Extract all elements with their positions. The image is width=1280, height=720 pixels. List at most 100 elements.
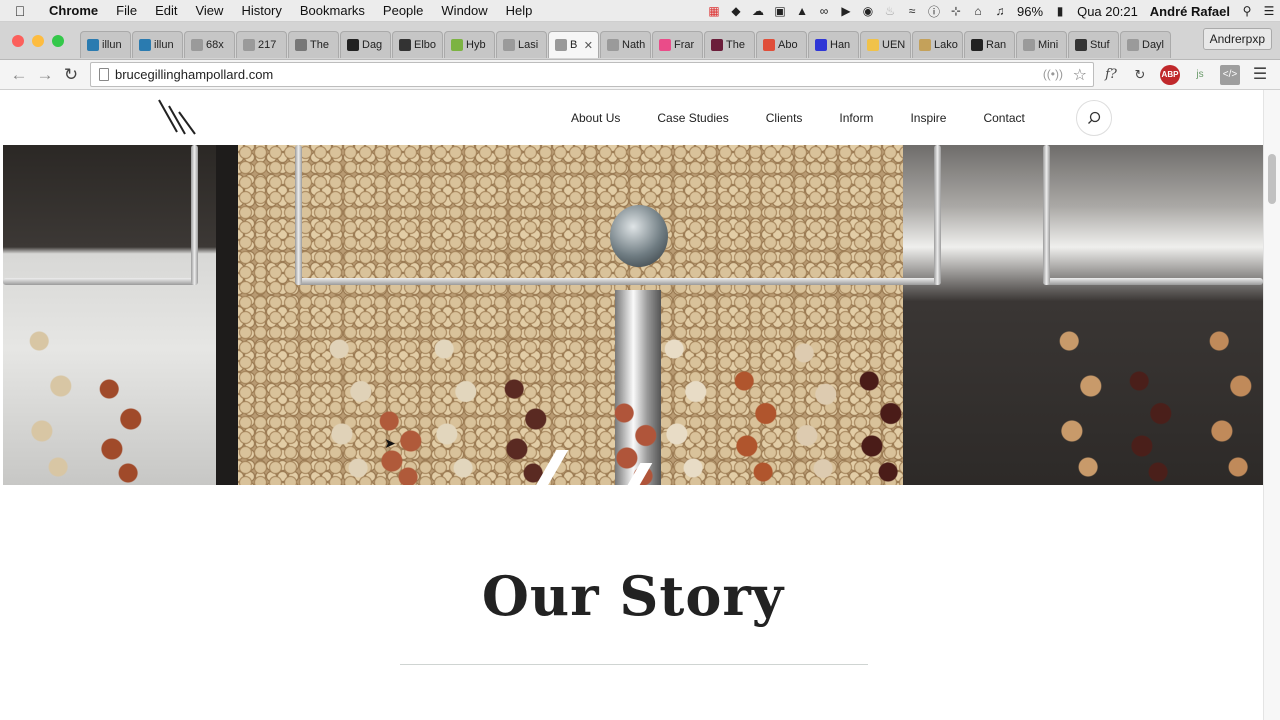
tab-label: 217 — [258, 39, 277, 51]
minimize-window-button[interactable] — [32, 35, 44, 47]
browser-tab[interactable]: Ran — [964, 31, 1015, 58]
browser-tab[interactable]: Frar — [652, 31, 703, 58]
nav-about-us[interactable]: About Us — [571, 111, 620, 125]
reload-icon[interactable]: ↻ — [60, 64, 82, 86]
tab-label: Han — [830, 39, 851, 51]
address-bar[interactable]: ((•)) ☆ — [90, 62, 1094, 87]
menu-bookmarks[interactable]: Bookmarks — [291, 3, 374, 18]
js-extension-icon[interactable]: js — [1190, 65, 1210, 85]
bluetooth-icon[interactable]: ⊹ — [945, 4, 967, 18]
menu-file[interactable]: File — [107, 3, 146, 18]
creative-cloud-icon[interactable]: ◉ — [857, 4, 879, 18]
tab-label: 68x — [206, 39, 224, 51]
star-icon — [347, 39, 359, 51]
reader-icon[interactable]: ((•)) — [1043, 67, 1063, 81]
bell-icon[interactable]: ♨ — [879, 4, 901, 18]
tab-label: Ran — [986, 39, 1007, 51]
sync-icon[interactable]: ≈ — [901, 4, 923, 18]
browser-tab[interactable]: Dayl — [1120, 31, 1171, 58]
hanging-bunch — [93, 365, 147, 485]
hero-rail — [3, 278, 198, 285]
browser-tab[interactable]: Nath — [600, 31, 651, 58]
menu-clock[interactable]: Qua 20:21 — [1071, 4, 1144, 19]
hero-rail-post — [934, 145, 941, 285]
browser-tab[interactable]: Lasi — [496, 31, 547, 58]
search-icon — [1088, 111, 1101, 124]
font-inspector-extension-icon[interactable]: f? — [1101, 65, 1121, 85]
browser-tab[interactable]: The — [704, 31, 755, 58]
page-scrollbar[interactable] — [1263, 90, 1280, 720]
browser-tab[interactable]: Hyb — [444, 31, 495, 58]
tab-strip: illun illun 68x 217 The Dag Elbo Hyb Lasi B ✕ Nath F… — [80, 31, 1172, 60]
zoom-window-button[interactable] — [52, 35, 64, 47]
info-icon[interactable]: ⓘ — [923, 3, 945, 20]
play-circle-icon[interactable]: ▶ — [835, 4, 857, 18]
site-logo[interactable] — [155, 98, 201, 136]
sync-extension-icon[interactable]: ↻ — [1130, 65, 1150, 85]
adblock-extension-icon[interactable]: ABP — [1160, 65, 1180, 85]
menu-history[interactable]: History — [232, 3, 290, 18]
cloud-icon[interactable]: ☁ — [747, 4, 769, 18]
web-page: About Us Case Studies Clients Inform Ins… — [3, 90, 1263, 720]
forward-icon[interactable]: → — [34, 64, 56, 86]
wifi-icon[interactable]: ⌂ — [967, 4, 989, 18]
menu-view[interactable]: View — [186, 3, 232, 18]
browser-tab[interactable]: 68x — [184, 31, 235, 58]
bookmark-star-icon[interactable]: ☆ — [1073, 65, 1087, 85]
tab-label: The — [726, 39, 745, 51]
nav-contact[interactable]: Contact — [983, 111, 1024, 125]
site-search-button[interactable] — [1076, 100, 1112, 136]
browser-tab[interactable]: UEN — [860, 31, 911, 58]
notification-center-icon[interactable]: ☰ — [1258, 4, 1280, 18]
browser-tab[interactable]: illun — [132, 31, 183, 58]
nav-inform[interactable]: Inform — [839, 111, 873, 125]
evernote-icon[interactable]: ◆ — [725, 4, 747, 18]
apple-menu-icon[interactable]:  — [0, 3, 40, 19]
nav-clients[interactable]: Clients — [766, 111, 803, 125]
browser-tab[interactable]: 217 — [236, 31, 287, 58]
nav-case-studies[interactable]: Case Studies — [657, 111, 728, 125]
browser-tab[interactable]: Han — [808, 31, 859, 58]
menu-app-name[interactable]: Chrome — [40, 3, 107, 18]
menu-edit[interactable]: Edit — [146, 3, 186, 18]
tab-label: UEN — [882, 39, 906, 51]
battery-icon[interactable]: ▮ — [1049, 4, 1071, 18]
circle-icon — [815, 39, 827, 51]
close-tab-icon[interactable]: ✕ — [584, 39, 593, 52]
chrome-menu-icon[interactable]: ☰ — [1250, 65, 1270, 85]
site-header: About Us Case Studies Clients Inform Ins… — [3, 90, 1263, 145]
browser-tab[interactable]: Dag — [340, 31, 391, 58]
scrollbar-thumb[interactable] — [1268, 154, 1276, 204]
volume-icon[interactable]: ♫ — [989, 4, 1011, 18]
page-icon — [1023, 39, 1035, 51]
browser-tab[interactable]: The — [288, 31, 339, 58]
menu-people[interactable]: People — [374, 3, 432, 18]
browser-toolbar: ← → ↻ ((•)) ☆ f? ↻ ABP js </> ☰ — [0, 60, 1280, 90]
browser-tab[interactable]: B ✕ — [548, 31, 599, 58]
code-extension-icon[interactable]: </> — [1220, 65, 1240, 85]
paperclip-icon[interactable]: ∞ — [813, 4, 835, 18]
menu-help[interactable]: Help — [497, 3, 542, 18]
display-icon[interactable]: ▣ — [769, 4, 791, 18]
menu-user[interactable]: André Rafael — [1144, 4, 1236, 19]
circle-icon — [867, 39, 879, 51]
menu-window[interactable]: Window — [432, 3, 496, 18]
adobe-icon[interactable]: ▲ — [791, 4, 813, 18]
nav-inspire[interactable]: Inspire — [910, 111, 946, 125]
page-icon — [191, 39, 203, 51]
browser-tab[interactable]: Elbo — [392, 31, 443, 58]
back-icon[interactable]: ← — [8, 64, 30, 86]
page-icon — [503, 39, 515, 51]
browser-tab[interactable]: Abo — [756, 31, 807, 58]
profile-button[interactable]: Andrerpxp — [1202, 28, 1272, 50]
calendar-icon[interactable]: ▦ — [703, 4, 725, 18]
url-input[interactable] — [115, 65, 1015, 84]
page-icon — [99, 68, 109, 81]
browser-tab[interactable]: Mini — [1016, 31, 1067, 58]
spotlight-search-icon[interactable]: ⚲ — [1236, 4, 1258, 18]
browser-tab[interactable]: Stuf — [1068, 31, 1119, 58]
close-window-button[interactable] — [12, 35, 24, 47]
browser-tab[interactable]: Lako — [912, 31, 963, 58]
tab-label: Elbo — [414, 39, 437, 51]
browser-tab[interactable]: illun — [80, 31, 131, 58]
